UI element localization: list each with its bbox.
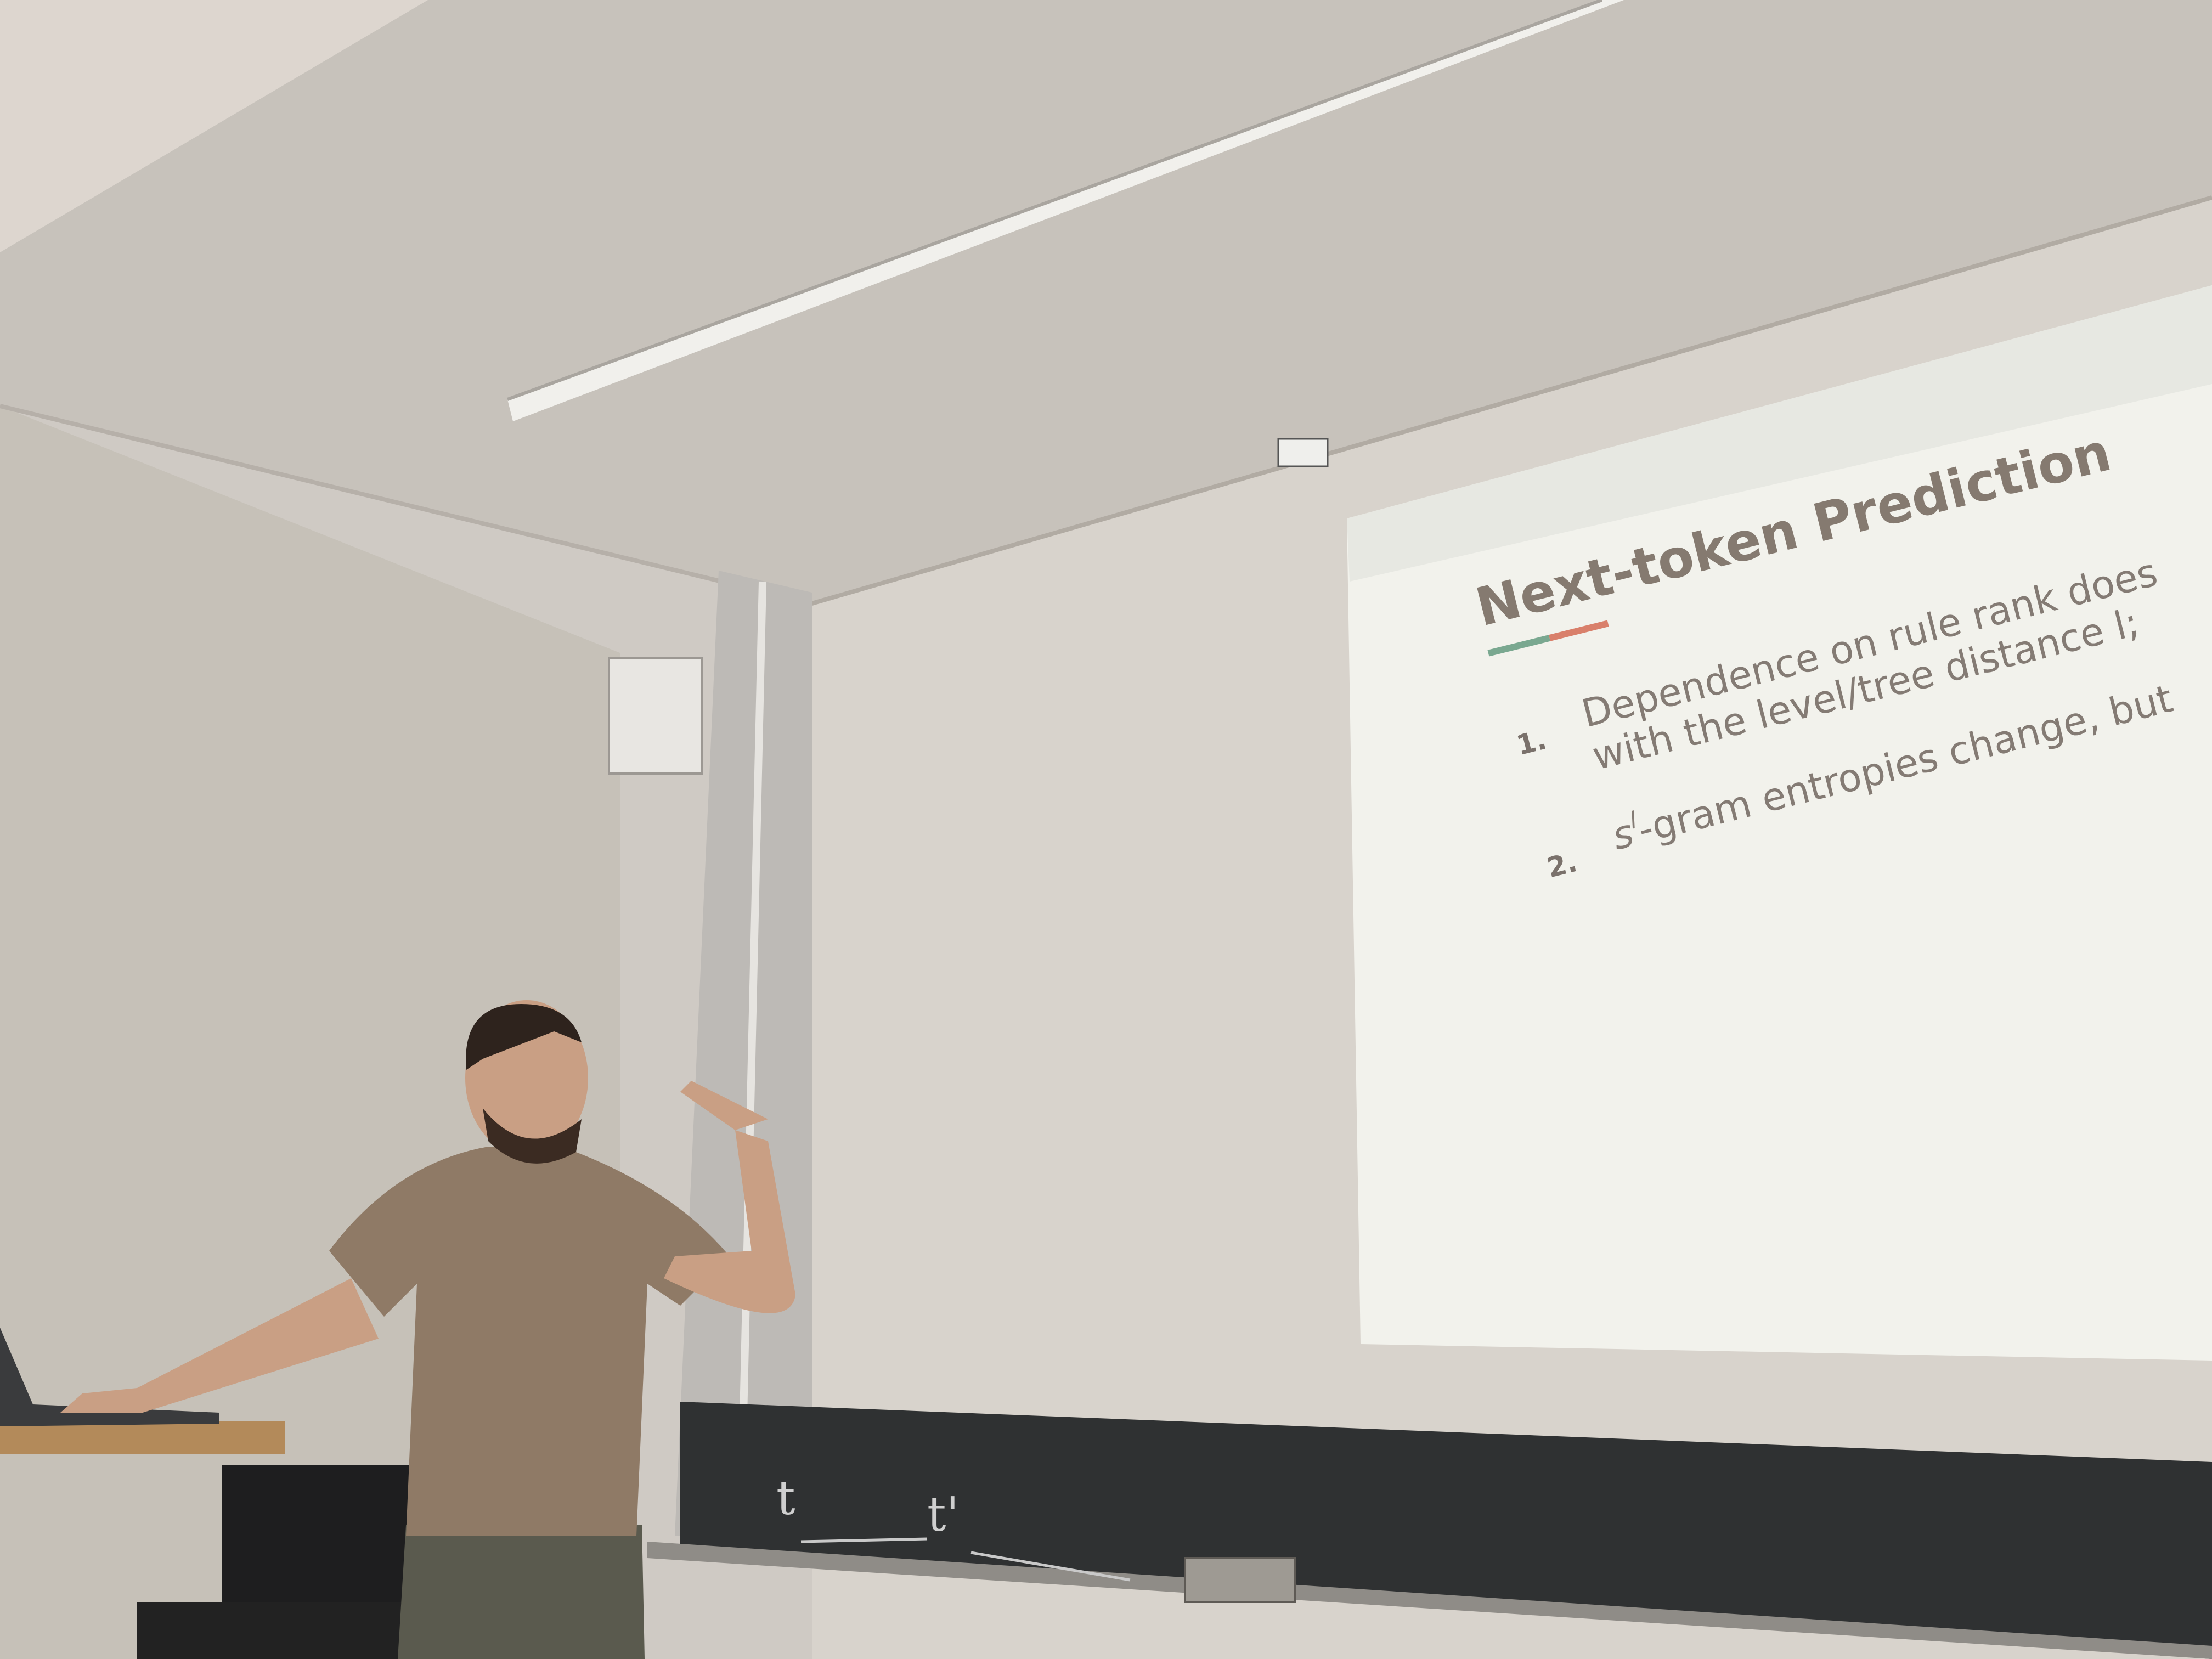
ceiling-sensor	[1277, 438, 1329, 467]
lecture-photo: Next-token Prediction 1. Dependence on r…	[0, 0, 2212, 1659]
presenter-legs	[398, 1525, 645, 1659]
chalk-mark-t-prime: t'	[927, 1487, 959, 1542]
chalkboard-eraser	[1184, 1557, 1296, 1603]
wall-speaker	[608, 657, 703, 775]
chalk-mark-t: t	[776, 1471, 795, 1526]
monitor	[222, 1465, 414, 1602]
